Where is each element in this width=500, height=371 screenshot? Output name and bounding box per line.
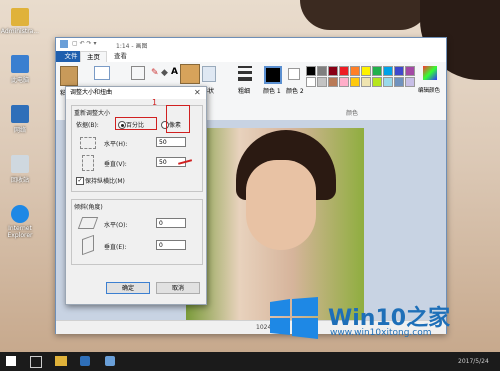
- desktop-icon-label: Administra...: [0, 28, 40, 35]
- ok-button[interactable]: 确定: [106, 282, 150, 294]
- dialog-title: 调整大小和扭曲: [66, 87, 206, 99]
- line-thin: [238, 66, 252, 68]
- skew-v-input[interactable]: 0: [156, 240, 186, 250]
- by-label: 依据(B):: [76, 122, 99, 129]
- skew-h-input[interactable]: 0: [156, 218, 186, 228]
- quick-access-toolbar[interactable]: ▢ ↶ ↷ ▾: [72, 40, 96, 47]
- palette-swatch[interactable]: [372, 77, 382, 87]
- step-number: 1: [152, 98, 158, 107]
- keep-ratio-checkbox[interactable]: ✓: [76, 177, 84, 185]
- recycle-bin-icon: [11, 155, 29, 173]
- color-palette: [306, 66, 421, 88]
- edit-colors-label: 编辑颜色: [418, 88, 441, 94]
- horizontal-label: 水平(H):: [104, 141, 128, 148]
- text-tool-icon[interactable]: A: [171, 67, 178, 77]
- highlight-percent: [115, 117, 157, 130]
- palette-swatch[interactable]: [405, 66, 415, 76]
- palette-swatch[interactable]: [350, 77, 360, 87]
- paste-icon[interactable]: [60, 66, 78, 86]
- cancel-button[interactable]: 取消: [156, 282, 200, 294]
- app-taskbar-icon[interactable]: [105, 356, 115, 366]
- fill-icon[interactable]: ◆: [161, 68, 168, 78]
- task-view-icon[interactable]: [30, 356, 42, 368]
- palette-swatch[interactable]: [339, 66, 349, 76]
- color2-label: 颜色 2: [286, 88, 304, 95]
- palette-swatch[interactable]: [405, 77, 415, 87]
- paint-app-icon: [60, 40, 68, 48]
- palette-swatch[interactable]: [328, 66, 338, 76]
- paint-taskbar-icon[interactable]: [80, 356, 90, 366]
- palette-swatch[interactable]: [317, 66, 327, 76]
- line-medium: [238, 71, 252, 74]
- title-bar: ▢ ↶ ↷ ▾ 1:14 - 画图: [56, 38, 446, 51]
- wallpaper-hair: [300, 0, 430, 30]
- palette-swatch[interactable]: [394, 66, 404, 76]
- desktop-icon-ie[interactable]: Internet Explorer: [0, 205, 40, 239]
- file-explorer-icon[interactable]: [55, 356, 67, 366]
- palette-swatch[interactable]: [361, 77, 371, 87]
- brush-icon[interactable]: [180, 64, 200, 84]
- vertical-label: 垂直(V):: [104, 161, 127, 168]
- colors-group-label: 颜色: [346, 110, 359, 117]
- palette-swatch[interactable]: [383, 77, 393, 87]
- resize-skew-dialog: 调整大小和扭曲 ✕ 重新调整大小 依据(B): 百分比 像素 1 水平(H): …: [65, 86, 207, 305]
- palette-swatch[interactable]: [328, 77, 338, 87]
- palette-swatch[interactable]: [306, 66, 316, 76]
- color2-swatch[interactable]: [288, 68, 300, 80]
- resize-heading: 重新调整大小: [74, 110, 111, 117]
- desktop-icon-user[interactable]: Administra...: [0, 8, 40, 35]
- tab-view[interactable]: 查看: [108, 51, 133, 62]
- palette-swatch[interactable]: [394, 77, 404, 87]
- desktop-icon-label: 此电脑: [10, 77, 29, 84]
- desktop-icon-recycle-bin[interactable]: 回收站: [0, 155, 40, 184]
- palette-swatch[interactable]: [350, 66, 360, 76]
- shapes-icon[interactable]: [202, 66, 216, 82]
- vertical-resize-icon: [82, 155, 94, 171]
- desktop-icon-label: 回收站: [10, 177, 29, 184]
- palette-swatch[interactable]: [361, 66, 371, 76]
- start-button[interactable]: [6, 356, 16, 366]
- folder-icon: [11, 8, 29, 26]
- window-title: 1:14 - 画图: [116, 43, 148, 50]
- palette-swatch[interactable]: [339, 77, 349, 87]
- network-icon: [11, 105, 29, 123]
- canvas-image-face: [246, 160, 316, 250]
- clock-date: 2017/5/24: [458, 358, 489, 365]
- skew-heading: 倾斜(角度): [74, 204, 103, 211]
- size-label: 粗细: [238, 88, 251, 95]
- skew-v-label: 垂直(E):: [104, 244, 127, 251]
- taskbar: 2017/5/24: [0, 352, 500, 371]
- computer-icon: [11, 55, 29, 73]
- select-icon[interactable]: [94, 66, 110, 80]
- horizontal-resize-icon: [80, 137, 96, 149]
- keep-ratio-label: 保持纵横比(M): [85, 178, 125, 185]
- palette-swatch[interactable]: [306, 77, 316, 87]
- pencil-icon[interactable]: ✎: [151, 68, 159, 78]
- desktop-icon-this-pc[interactable]: 此电脑: [0, 55, 40, 84]
- palette-swatch[interactable]: [317, 77, 327, 87]
- palette-swatch[interactable]: [372, 66, 382, 76]
- close-icon[interactable]: ✕: [194, 88, 201, 97]
- skew-h-label: 水平(O):: [104, 222, 128, 229]
- crop-icon[interactable]: [131, 66, 145, 80]
- desktop-icon-label: 网络: [13, 127, 26, 134]
- color1-swatch[interactable]: [264, 66, 282, 84]
- edit-colors-icon[interactable]: [423, 66, 437, 80]
- palette-swatch[interactable]: [383, 66, 393, 76]
- line-thick: [238, 77, 252, 81]
- internet-explorer-icon: [11, 205, 29, 223]
- desktop-icon-network[interactable]: 网络: [0, 105, 40, 134]
- color1-label: 颜色 1: [263, 88, 281, 95]
- highlight-pixels: [166, 105, 190, 133]
- horizontal-input[interactable]: 50: [156, 137, 186, 147]
- desktop-icon-label: Internet Explorer: [7, 225, 33, 239]
- brand-url: www.win10xitong.com: [330, 328, 432, 338]
- windows-logo-icon: [270, 297, 318, 339]
